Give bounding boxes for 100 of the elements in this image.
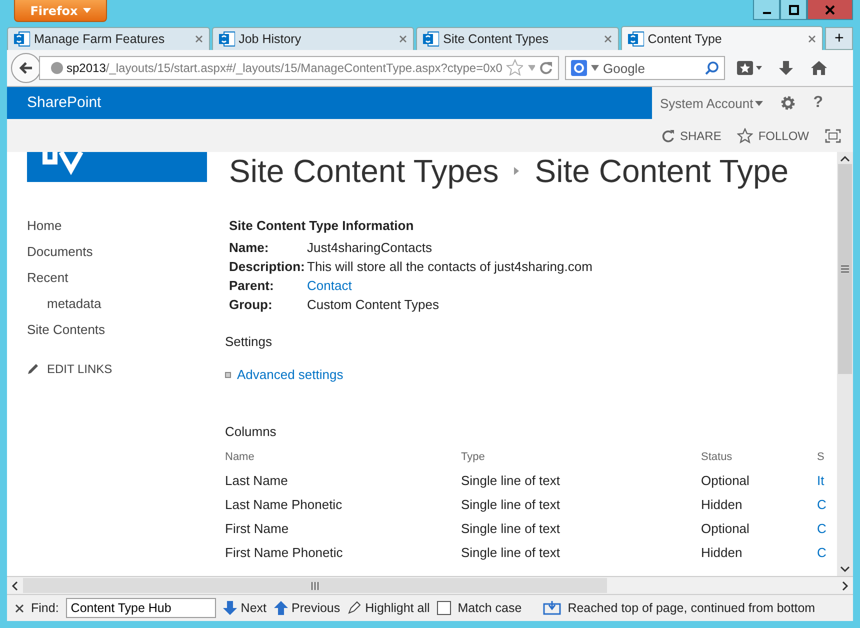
nav-link[interactable]: metadata [27, 296, 225, 311]
breadcrumb-link[interactable]: Site Content Types [229, 153, 499, 189]
horizontal-scrollbar[interactable] [7, 576, 853, 594]
field-link[interactable]: Contact [307, 278, 837, 293]
highlighter-icon [347, 601, 362, 615]
close-button[interactable] [807, 0, 853, 20]
table-cell-text: Hidden [701, 497, 744, 512]
focus-mode-icon[interactable] [825, 128, 841, 142]
tab-title: Manage Farm Features [34, 32, 166, 46]
reload-icon[interactable] [539, 61, 552, 75]
bookmark-star-icon[interactable] [506, 59, 523, 77]
star-icon [737, 128, 754, 144]
sharepoint-brand[interactable]: SharePoint [7, 87, 652, 119]
sharepoint-icon [218, 31, 235, 47]
table-link[interactable]: C [817, 545, 837, 560]
address-bar[interactable]: sp2013/_layouts/15/start.aspx#/_layouts/15/ManageContentType.aspx?ctype=0x0 [39, 56, 559, 80]
field-label: Name: [229, 240, 270, 255]
nav-link[interactable]: Documents [27, 244, 225, 259]
table-link[interactable]: C [817, 497, 837, 512]
grip-icon [841, 265, 849, 273]
sharepoint-icon [628, 30, 644, 46]
field-label: Description: [229, 259, 306, 274]
scroll-down-icon[interactable] [840, 565, 850, 573]
table-cell-text: Single line of text [461, 473, 562, 488]
close-tab-icon[interactable] [808, 34, 816, 42]
close-tab-icon[interactable] [194, 35, 203, 43]
table-cell-text: Single line of text [461, 521, 562, 536]
find-field[interactable]: Content Type Hub [66, 598, 216, 618]
next-button[interactable]: Next [222, 600, 266, 616]
maximize-icon [788, 4, 798, 14]
previous-button[interactable]: Previous [274, 600, 340, 616]
match-case-label: Match case [458, 601, 522, 615]
scroll-up-icon[interactable] [840, 155, 850, 163]
nav-link[interactable]: Recent [27, 270, 225, 285]
action-link[interactable]: FOLLOW [737, 128, 809, 144]
section-heading: Settings [225, 334, 273, 349]
table-link[interactable]: C [817, 521, 837, 536]
help-button[interactable]: ? [813, 94, 823, 112]
action-link[interactable]: SHARE [660, 128, 722, 142]
caret-icon [755, 100, 764, 106]
url-text: sp2013/_layouts/15/start.aspx#/_layouts/15/ManageContentType.aspx?ctype=0x0 [66, 61, 502, 75]
browser-tab[interactable]: Manage Farm Features [7, 27, 210, 50]
tab-title: Site Content Types [443, 32, 550, 46]
down-arrow-icon [222, 600, 237, 616]
maximize-button[interactable] [780, 0, 807, 20]
close-icon[interactable] [15, 604, 24, 612]
up-arrow-icon [274, 600, 288, 616]
back-button[interactable] [11, 53, 41, 83]
table-link[interactable]: It [817, 473, 837, 488]
field-label: Group: [229, 297, 274, 312]
scroll-thumb[interactable] [838, 164, 852, 374]
table-cell-text: Single line of text [461, 497, 562, 512]
browser-tab[interactable]: Content Type [620, 26, 824, 50]
find-label: Find: [31, 601, 59, 615]
vertical-scrollbar[interactable] [837, 152, 853, 576]
close-icon [825, 4, 835, 14]
browser-tab[interactable]: Site Content Types [416, 27, 619, 50]
table-cell-text: First Name Phonetic [225, 545, 344, 560]
edit-links-button[interactable]: EDIT LINKS [27, 362, 225, 376]
bookmark-star-icon [736, 60, 762, 76]
table-cell-text: Single line of text [461, 545, 562, 560]
nav-link[interactable]: Home [27, 218, 225, 233]
column-header: S [817, 451, 826, 463]
sharepoint-icon [14, 31, 30, 47]
dropdown-icon[interactable] [591, 65, 599, 71]
new-tab-button[interactable]: + [825, 27, 853, 50]
search-box[interactable]: Google [565, 56, 725, 80]
column-header: Status [701, 451, 734, 463]
table-cell-text: First Name [225, 521, 290, 536]
tab-title: Content Type [648, 32, 723, 46]
sharepoint-icon [423, 31, 440, 47]
close-tab-icon[interactable] [604, 35, 612, 43]
section-heading: Site Content Type Information [228, 218, 415, 233]
account-menu[interactable]: System Account [660, 96, 764, 110]
browser-tab[interactable]: Job History [212, 27, 414, 50]
minimize-button[interactable] [753, 0, 780, 20]
table-cell-text: Last Name Phonetic [225, 497, 344, 512]
site-logo[interactable] [27, 152, 207, 182]
settings-link[interactable]: Advanced settings [237, 367, 344, 382]
grip-icon [311, 582, 319, 590]
scroll-thumb[interactable] [23, 578, 607, 593]
table-cell-text: Last Name [225, 473, 289, 488]
pencil-icon [27, 363, 39, 375]
tab-title: Job History [238, 32, 302, 46]
globe-icon [50, 61, 62, 75]
close-tab-icon[interactable] [399, 35, 408, 43]
column-header: Name [225, 451, 256, 463]
search-icon[interactable] [705, 61, 719, 75]
highlight-all-button[interactable]: Highlight all [347, 601, 430, 615]
breadcrumb-arrow-icon [512, 166, 521, 176]
page-title: Site Content Type [534, 153, 789, 189]
nav-link[interactable]: Site Contents [27, 322, 225, 337]
wrap-around-icon [542, 601, 561, 615]
match-case-checkbox[interactable] [436, 601, 451, 615]
scroll-right-icon[interactable] [841, 580, 849, 590]
minimize-icon [762, 12, 770, 14]
table-cell-text: Hidden [701, 545, 744, 560]
scroll-left-icon[interactable] [11, 580, 19, 590]
settings-icon[interactable] [779, 94, 798, 112]
download-arrow-icon [778, 60, 794, 76]
